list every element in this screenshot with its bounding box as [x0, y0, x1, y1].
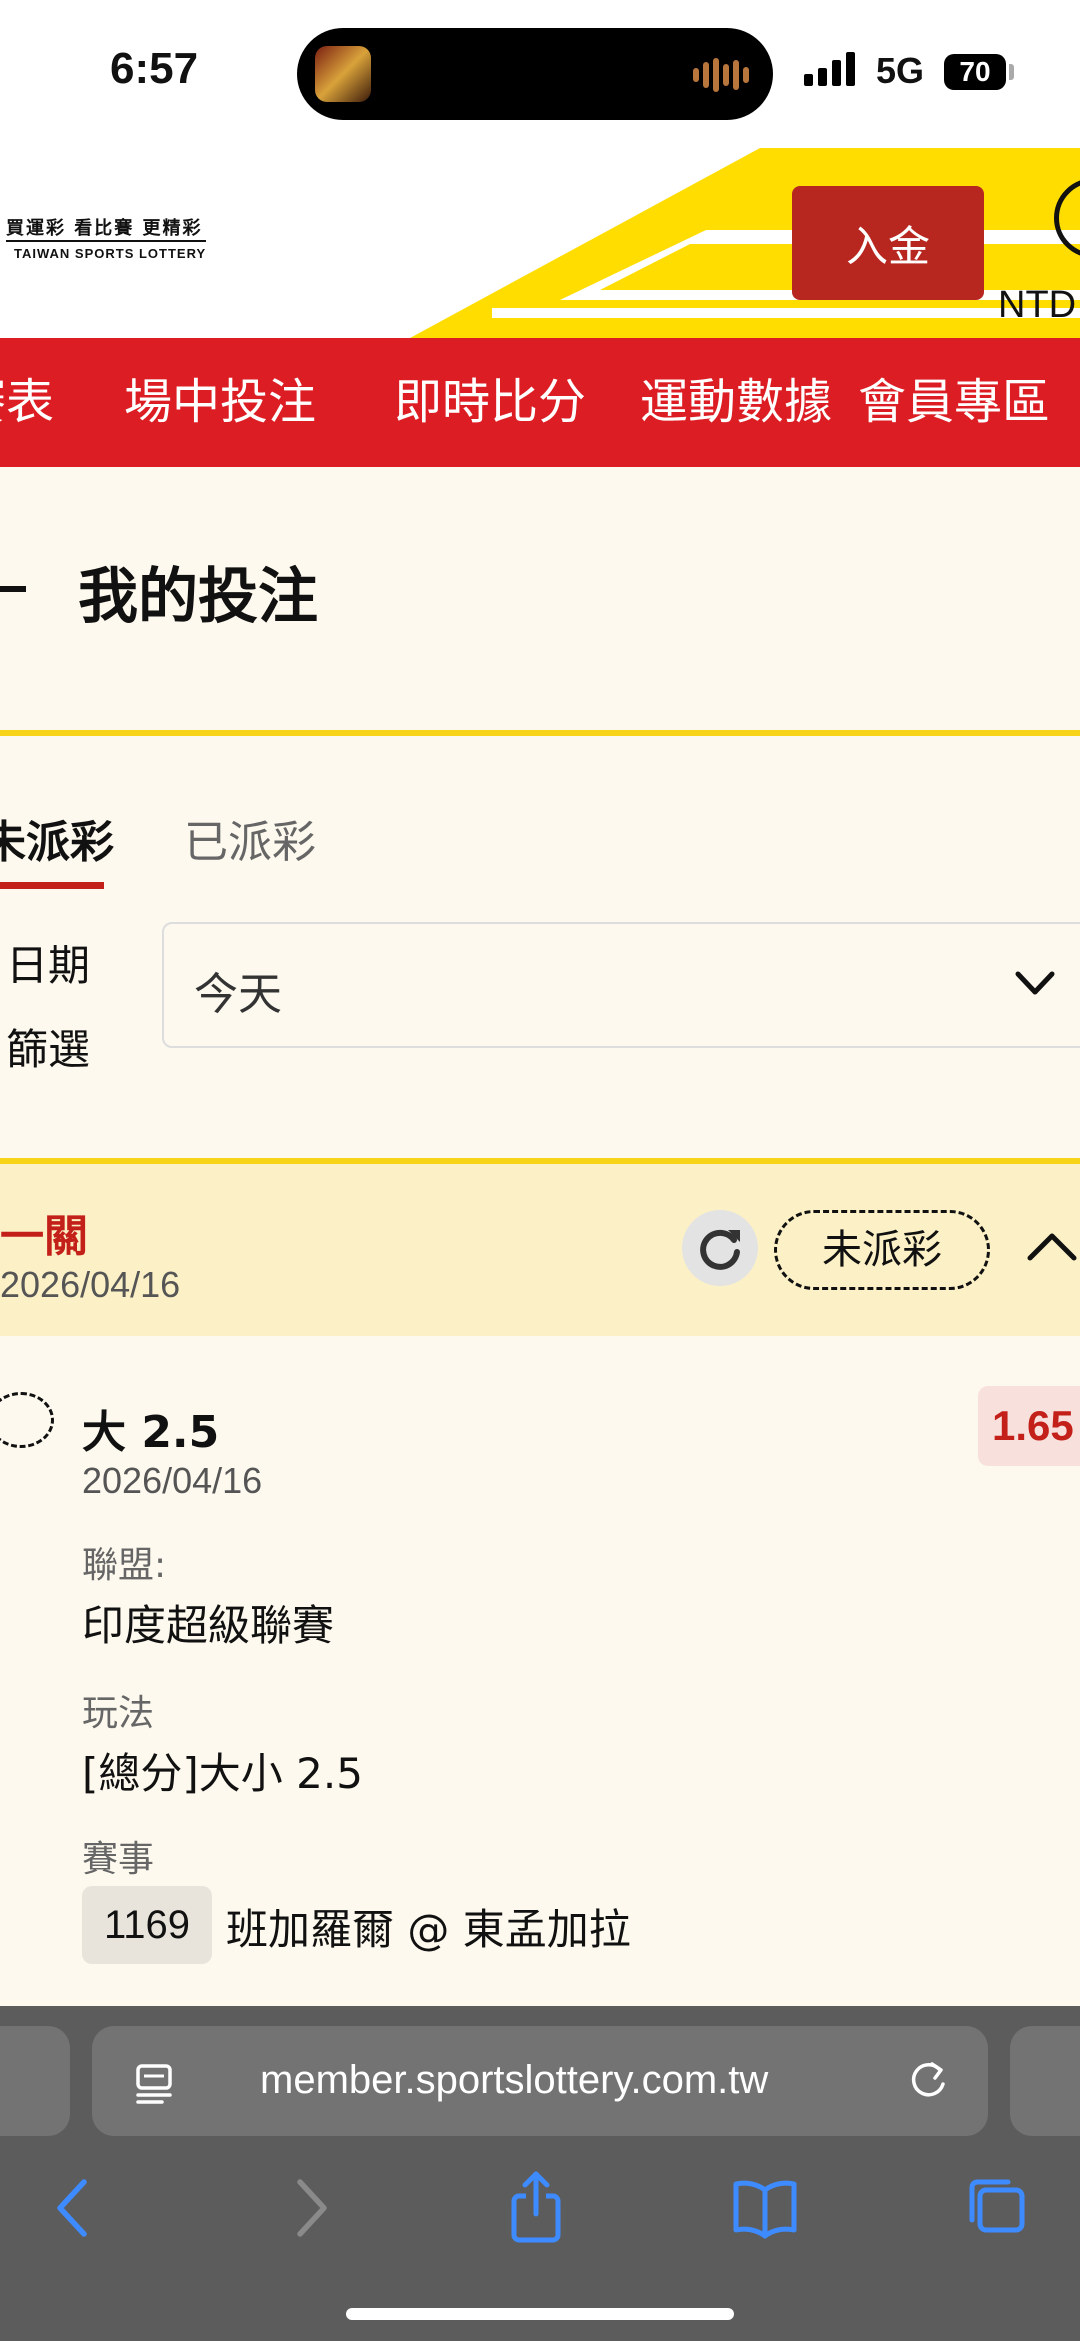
- title-dash: [0, 586, 26, 592]
- previous-tab-preview[interactable]: [0, 2026, 70, 2136]
- market-value: [總分]大小 2.5: [82, 1749, 363, 1798]
- browser-toolbar: member.sportslottery.com.tw: [0, 2006, 1080, 2341]
- selection-status-icon: [0, 1392, 54, 1448]
- logo-divider: [6, 240, 206, 242]
- deposit-button[interactable]: 入金: [792, 186, 984, 300]
- share-icon[interactable]: [506, 2168, 566, 2248]
- league-value: 印度超級聯賽: [82, 1601, 335, 1650]
- nav-item-member[interactable]: 會員專區: [858, 338, 1050, 467]
- main-nav: 賽表 場中投注 即時比分 運動數據 會員專區: [0, 338, 1080, 467]
- bookmarks-icon[interactable]: [730, 2168, 800, 2248]
- refresh-icon: [700, 1229, 740, 1270]
- nav-item-live-score[interactable]: 即時比分: [394, 338, 586, 467]
- chevron-up-icon[interactable]: [1024, 1222, 1080, 1272]
- page-menu-icon[interactable]: [132, 2062, 176, 2106]
- bet-date: 2026/04/16: [0, 1264, 181, 1305]
- status-time: 6:57: [110, 44, 199, 93]
- battery-icon: 70: [944, 54, 1006, 90]
- page-title: 我的投注: [78, 562, 318, 632]
- event-label: 賽事: [82, 1839, 155, 1880]
- home-indicator[interactable]: [346, 2308, 734, 2320]
- chevron-down-icon: [1015, 971, 1055, 995]
- back-icon[interactable]: [48, 2168, 100, 2248]
- active-tab-indicator: [0, 882, 104, 889]
- forward-icon[interactable]: [284, 2168, 336, 2248]
- odds-badge: 1.65: [978, 1386, 1080, 1466]
- tab-unpaid[interactable]: 未派彩: [0, 806, 114, 870]
- tabs-icon[interactable]: [962, 2168, 1032, 2248]
- signal-icon: [804, 50, 855, 86]
- bet-card-header[interactable]: 一關 2026/04/16 未派彩: [0, 1164, 1080, 1336]
- market-label: 玩法: [82, 1693, 155, 1734]
- network-type: 5G: [876, 50, 925, 91]
- url-text: member.sportslottery.com.tw: [260, 2058, 769, 2102]
- nav-item-schedule[interactable]: 賽表: [0, 338, 54, 467]
- bet-card-body: 大 2.5 2026/04/16 1.65 聯盟: 印度超級聯賽 玩法 [總分]…: [0, 1336, 1080, 2006]
- audio-waveform-icon: [693, 58, 749, 92]
- battery-tip: [1009, 64, 1014, 80]
- nav-item-live-betting[interactable]: 場中投注: [124, 338, 316, 467]
- currency-label: NTD: [998, 284, 1077, 326]
- next-tab-preview[interactable]: [1010, 2026, 1080, 2136]
- status-bar: 6:57 5G 70: [0, 0, 1080, 148]
- selection-name: 大 2.5: [82, 1407, 220, 1458]
- dynamic-island: [297, 28, 773, 120]
- logo-text: TAIWAN SPORTS LOTTERY: [14, 246, 207, 261]
- address-bar[interactable]: member.sportslottery.com.tw: [92, 2026, 988, 2136]
- title-divider: [0, 730, 1080, 736]
- now-playing-app-icon: [315, 46, 371, 102]
- nav-item-sports-data[interactable]: 運動數據: [640, 338, 832, 467]
- league-label: 聯盟:: [82, 1545, 167, 1586]
- bet-type: 一關: [0, 1211, 88, 1262]
- status-badge: 未派彩: [774, 1210, 990, 1290]
- reload-icon[interactable]: [904, 2056, 952, 2104]
- site-header: 買運彩 看比賽 更精彩 TAIWAN SPORTS LOTTERY 入金 NTD: [0, 148, 1080, 338]
- selection-date: 2026/04/16: [82, 1460, 263, 1501]
- tab-paid[interactable]: 已派彩: [184, 806, 316, 870]
- date-filter-value: 今天: [194, 969, 282, 1020]
- date-filter-label: 日期篩選: [6, 941, 91, 1074]
- match-name: 班加羅爾 @ 東孟加拉: [226, 1905, 631, 1954]
- logo-slogan: 買運彩 看比賽 更精彩: [6, 218, 203, 239]
- match-number-badge: 1169: [82, 1886, 212, 1964]
- refresh-button[interactable]: [682, 1210, 758, 1286]
- date-filter-select[interactable]: 今天: [162, 922, 1080, 1048]
